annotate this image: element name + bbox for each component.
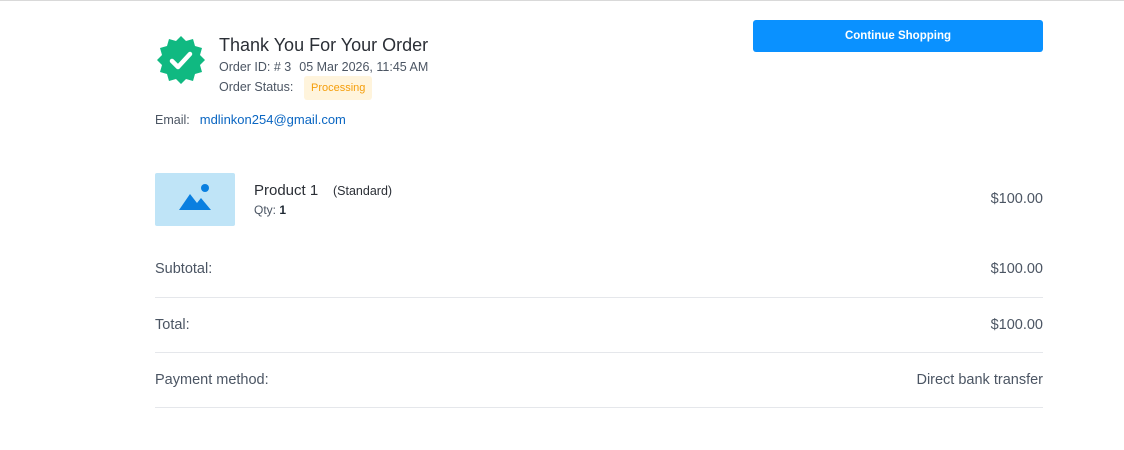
total-label: Total: — [155, 317, 190, 333]
total-row: Total: $100.00 — [155, 317, 1043, 337]
email-label: Email: — [155, 113, 190, 127]
payment-method-label: Payment method: — [155, 372, 269, 388]
subtotal-label: Subtotal: — [155, 261, 213, 277]
subtotal-value: $100.00 — [990, 261, 1043, 277]
image-placeholder-icon — [178, 183, 212, 216]
subtotal-row: Subtotal: $100.00 — [155, 261, 1043, 281]
order-id: Order ID: # 3 — [219, 60, 292, 74]
payment-method-row: Payment method: Direct bank transfer — [155, 372, 1043, 392]
qty-label: Qty: — [254, 203, 277, 217]
status-badge: Processing — [304, 76, 373, 100]
divider — [155, 297, 1043, 298]
payment-method-value: Direct bank transfer — [916, 372, 1043, 388]
total-value: $100.00 — [990, 317, 1043, 333]
verified-check-icon — [155, 34, 207, 86]
order-status-label: Order Status: — [219, 80, 294, 94]
product-qty: Qty: 1 — [254, 203, 286, 217]
qty-value: 1 — [279, 203, 287, 217]
order-confirmation: Thank You For Your Order Order ID: # 3 05… — [155, 0, 1043, 450]
continue-shopping-button[interactable]: Continue Shopping — [753, 20, 1043, 52]
page-title: Thank You For Your Order — [219, 35, 429, 55]
email-row: Email: mdlinkon254@gmail.com — [155, 112, 346, 127]
divider — [155, 407, 1043, 408]
divider — [155, 352, 1043, 353]
email-link[interactable]: mdlinkon254@gmail.com — [200, 112, 346, 127]
product-name: Product 1 — [254, 182, 319, 199]
product-variant: (Standard) — [333, 184, 393, 198]
order-meta: Order ID: # 3 05 Mar 2026, 11:45 AM — [219, 60, 428, 74]
product-price: $100.00 — [990, 191, 1043, 207]
order-date: 05 Mar 2026, 11:45 AM — [299, 60, 429, 74]
product-thumbnail — [155, 173, 235, 226]
